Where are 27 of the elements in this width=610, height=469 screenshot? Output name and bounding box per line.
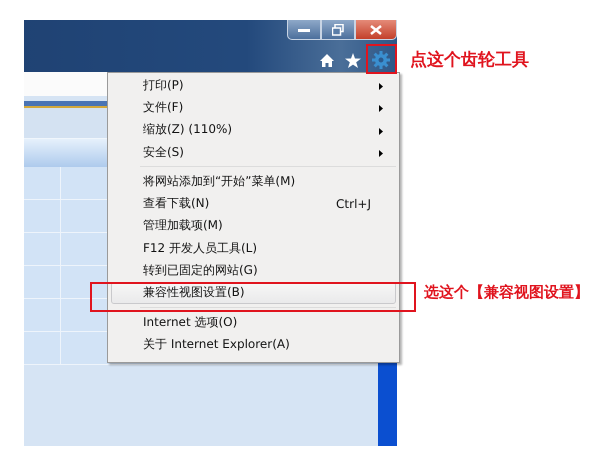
menu-item[interactable]: 查看下载(N) Ctrl+J [111,192,396,215]
favorites-star-icon[interactable] [345,52,361,68]
submenu-arrow-icon [379,128,383,135]
menu-item[interactable]: 打印(P) [111,74,396,96]
shortcut-label: Ctrl+J [336,196,371,211]
minimize-button[interactable] [287,20,321,40]
highlight-frame [366,44,397,74]
close-icon [370,24,382,34]
menu-item[interactable]: F12 开发人员工具(L) [111,237,396,260]
submenu-arrow-icon [379,105,383,112]
restore-button[interactable] [321,20,355,40]
annotation-label: 选这个【兼容视图设置】 [424,283,589,302]
menu-item[interactable]: Internet 选项(O) [111,310,396,334]
submenu-arrow-icon [379,83,383,90]
menu-item[interactable]: 文件(F) [111,96,396,119]
menu-item[interactable]: 关于 Internet Explorer(A) [111,333,396,356]
submenu-arrow-icon [379,150,383,157]
close-button[interactable] [355,20,397,40]
restore-icon [332,24,344,36]
menu-item[interactable]: 转到已固定的网站(G) [111,259,396,282]
menu-item[interactable]: 将网站添加到“开始”菜单(M) [111,170,396,192]
menu-item[interactable]: 管理加载项(M) [111,214,396,238]
annotation-label: 点这个齿轮工具 [410,49,529,71]
minimize-icon [298,26,310,32]
home-icon[interactable] [320,54,334,66]
menu-item[interactable]: 缩放(Z) (110%) [111,118,396,141]
menu-item[interactable]: 安全(S) [111,140,396,170]
